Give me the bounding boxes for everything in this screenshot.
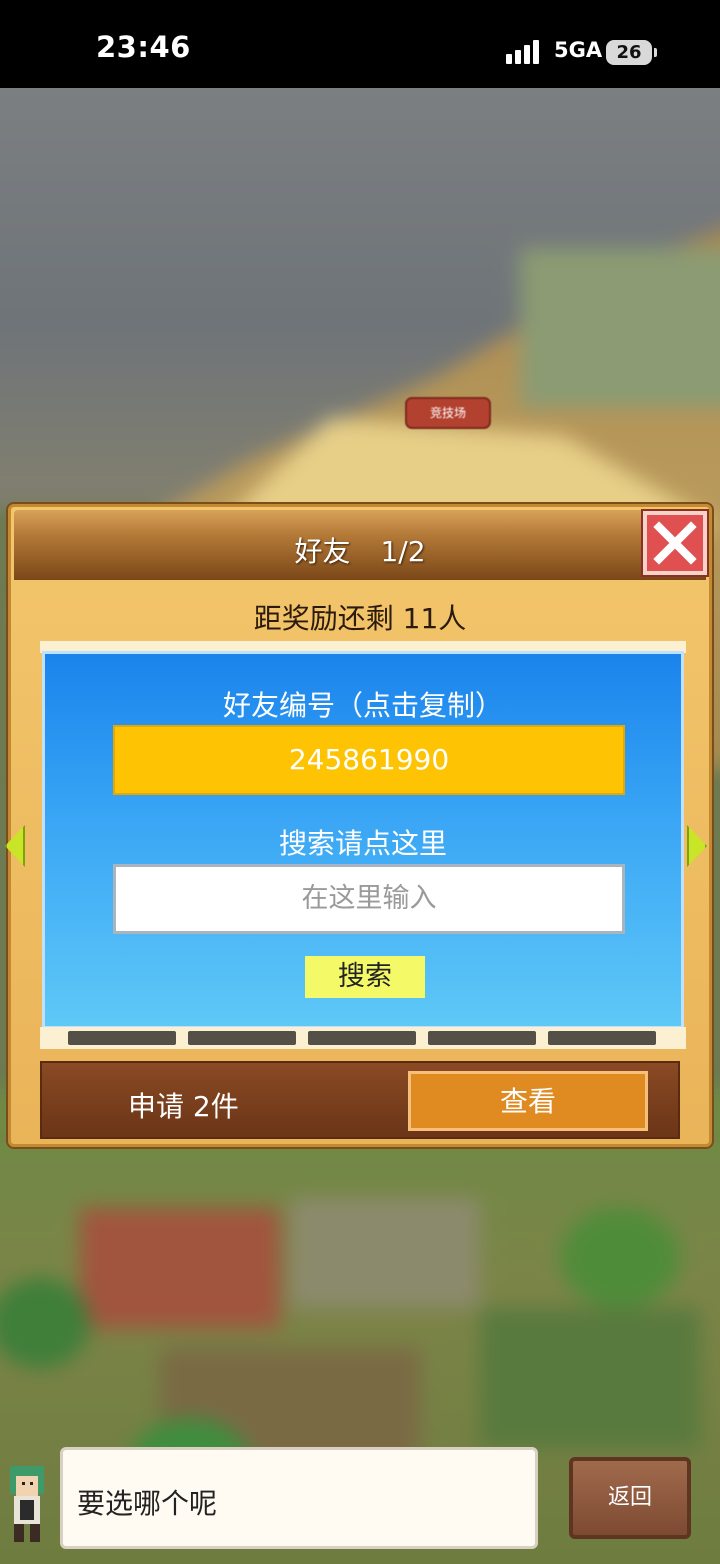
- battery-icon: 26: [606, 40, 657, 65]
- friend-id-field[interactable]: 245861990: [113, 725, 625, 795]
- message-box: 要选哪个呢: [60, 1447, 538, 1549]
- arrow-left-icon[interactable]: [5, 825, 25, 867]
- status-time: 23:46: [96, 30, 191, 64]
- dialog-title-text: 好友: [294, 535, 351, 568]
- bg-plot: [290, 1198, 480, 1308]
- view-requests-button[interactable]: 查看: [408, 1071, 648, 1131]
- friend-id-label: 好友编号（点击复制）: [222, 689, 503, 722]
- dialog-header: 好友 1/2: [14, 510, 706, 580]
- battery-level: 26: [616, 42, 642, 63]
- arrow-right-icon[interactable]: [687, 825, 707, 867]
- signal-icon: [506, 38, 546, 64]
- slot-divider: [68, 1031, 176, 1045]
- slot-divider: [308, 1031, 416, 1045]
- message-text: 要选哪个呢: [77, 1487, 218, 1520]
- bg-plot: [480, 1308, 700, 1448]
- bg-field: [520, 248, 720, 408]
- slot-divider: [548, 1031, 656, 1045]
- slot-strip-bottom: [40, 1027, 686, 1049]
- arena-sign[interactable]: 竞技场: [405, 397, 491, 429]
- friend-dialog: 好友 1/2 距奖励还剩 11人 好友编号（点击复制） 245861990 搜索请…: [5, 504, 712, 1147]
- close-icon: [653, 521, 697, 565]
- close-button[interactable]: [643, 511, 707, 575]
- slot-divider: [188, 1031, 296, 1045]
- page-indicator: 1/2: [380, 535, 426, 568]
- npc-avatar: [10, 1466, 44, 1542]
- back-button[interactable]: 返回: [569, 1457, 691, 1539]
- status-bar: 23:46 5GA 26: [0, 0, 720, 88]
- bg-tree: [560, 1208, 680, 1308]
- network-label: 5GA: [554, 38, 603, 62]
- bg-plot: [80, 1208, 280, 1328]
- slot-divider: [428, 1031, 536, 1045]
- request-count-label: 申请 2件: [128, 1090, 239, 1123]
- search-button[interactable]: 搜索: [305, 956, 425, 998]
- friend-panel: 好友编号（点击复制） 245861990 搜索请点这里 在这里输入 搜索: [42, 651, 684, 1029]
- reward-progress-text: 距奖励还剩 11人: [253, 602, 467, 635]
- friend-request-bar: 申请 2件 查看: [40, 1061, 680, 1139]
- search-input[interactable]: 在这里输入: [113, 864, 625, 934]
- dialog-title: 好友 1/2: [14, 530, 706, 570]
- search-hint: 搜索请点这里: [278, 827, 447, 860]
